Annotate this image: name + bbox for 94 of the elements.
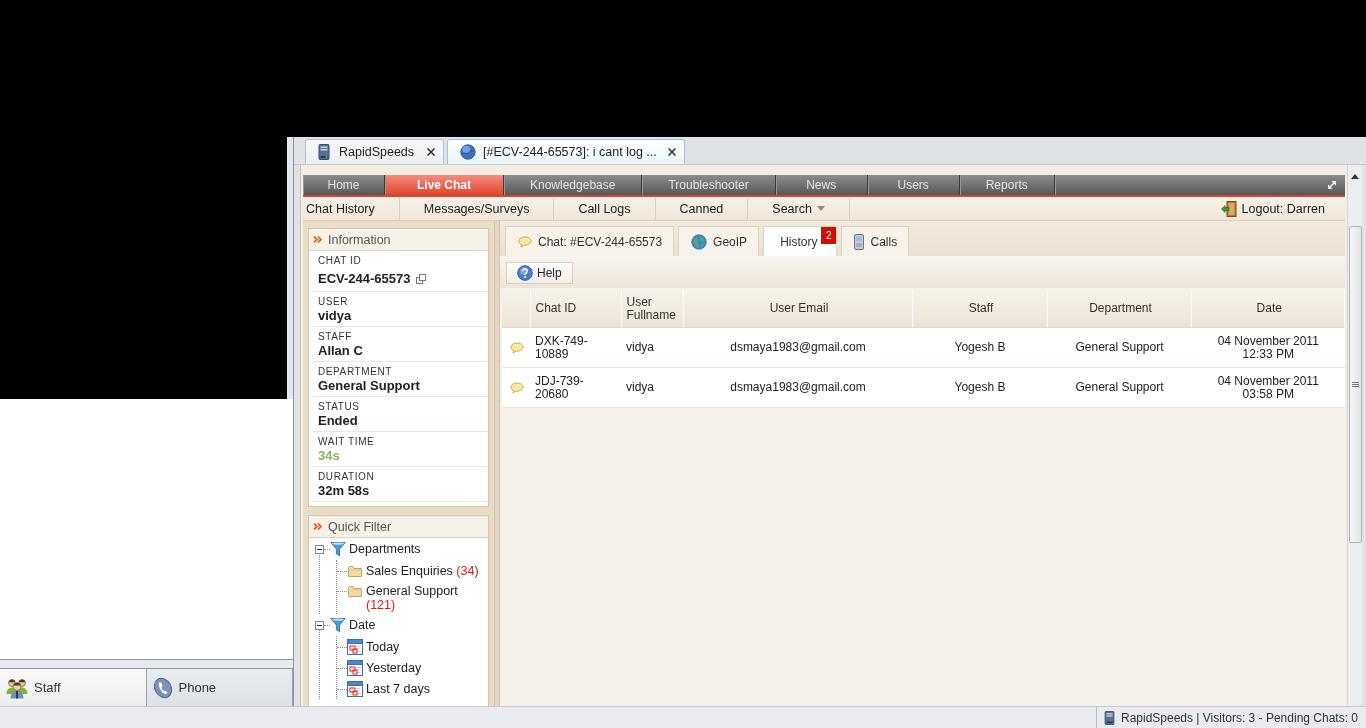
table-cell: 04 November 2011 03:58 PM	[1191, 367, 1345, 408]
field-label: DEPARTMENT	[318, 366, 393, 378]
field-value: vidya	[318, 308, 352, 324]
content-tab[interactable]: Calls	[841, 226, 910, 256]
logout-link[interactable]: Logout: Darren	[1220, 197, 1345, 220]
tree-item-label[interactable]: General Support (121)	[366, 583, 484, 612]
table-cell: 04 November 2011 12:33 PM	[1191, 327, 1345, 368]
vertical-scrollbar[interactable]	[1347, 165, 1362, 706]
table-cell: General Support	[1047, 327, 1191, 368]
menu-tab[interactable]: News	[775, 175, 868, 195]
grip-icon	[1351, 381, 1359, 388]
scrollbar-thumb[interactable]	[1348, 226, 1362, 543]
help-icon	[517, 265, 533, 281]
people-icon	[6, 676, 28, 699]
tree-group-label[interactable]: Departments	[349, 542, 421, 556]
folder-icon	[348, 585, 362, 597]
content-tab[interactable]: History 2	[763, 226, 838, 256]
tree-item-label[interactable]: Sales Enquiries (34)	[366, 563, 479, 578]
calendar-icon	[347, 660, 363, 676]
field-value: 34s	[318, 448, 340, 464]
status-text: RapidSpeeds | Visitors: 3 - Pending Chats: 0	[1120, 710, 1358, 725]
field-label: DURATION	[318, 471, 376, 483]
field-value: ECV-244-65573	[318, 271, 411, 287]
close-icon[interactable]	[667, 148, 676, 156]
tree-item-label[interactable]: Yesterday	[366, 660, 422, 675]
panel-title: Information	[328, 232, 391, 247]
double-chevron-icon	[313, 236, 322, 243]
column-header[interactable]: Department	[1047, 290, 1191, 328]
side-panel-button[interactable]: Staff	[0, 669, 147, 706]
table-cell: JDJ-739-20680	[530, 367, 621, 408]
browser-tab[interactable]: [#ECV-244-65573]: i cant log ...	[447, 139, 685, 164]
field-value: General Support	[318, 378, 420, 394]
table-cell: vidya	[621, 327, 683, 368]
field-value: Allan C	[318, 343, 363, 359]
close-icon[interactable]	[427, 148, 436, 156]
column-header[interactable]: User Fullname	[621, 290, 683, 328]
speech-bubble-icon	[510, 341, 524, 354]
globe-icon	[691, 233, 708, 250]
tree-item-label[interactable]: Last 7 days	[366, 681, 430, 696]
tree-item-label[interactable]: Today	[366, 639, 400, 654]
table-cell: DXK-749-10889	[530, 327, 621, 368]
copy-icon[interactable]	[415, 274, 426, 284]
expand-icon[interactable]	[1327, 180, 1337, 190]
count-badge: 2	[820, 227, 837, 244]
speech-bubble-icon	[518, 235, 532, 248]
menu-tab[interactable]: Knowledgebase	[504, 175, 643, 195]
sub-menu-item[interactable]: Canned	[655, 197, 749, 220]
content-tab[interactable]: Chat: #ECV-244-65573	[505, 226, 675, 256]
table-cell: Yogesh B	[912, 327, 1047, 368]
column-header[interactable]: User Email	[683, 290, 912, 328]
column-header[interactable]: Date	[1191, 290, 1345, 328]
field-value: 32m 58s	[318, 483, 370, 499]
caret-icon	[816, 206, 825, 211]
filter-icon	[330, 541, 346, 557]
menu-tab[interactable]: Users	[867, 175, 960, 195]
calendar-icon	[347, 639, 363, 655]
mobile-phone-icon	[854, 233, 865, 250]
server-icon	[318, 144, 330, 160]
content-tab[interactable]: GeoIP	[678, 226, 760, 256]
field-label: STATUS	[318, 401, 361, 413]
tree-group-label[interactable]: Date	[349, 618, 376, 632]
collapse-icon[interactable]	[315, 620, 324, 630]
folder-icon	[348, 565, 362, 577]
field-value: Ended	[318, 413, 358, 429]
table-cell: vidya	[621, 367, 683, 408]
sub-menu-item[interactable]: Chat History	[303, 197, 400, 220]
help-button[interactable]: Help	[506, 262, 573, 284]
menu-tab[interactable]: Troubleshooter	[642, 175, 776, 195]
menu-tab[interactable]: Reports	[959, 175, 1055, 195]
double-chevron-icon	[313, 523, 322, 530]
phone-handset-icon	[152, 676, 173, 699]
server-icon	[1103, 710, 1115, 725]
scroll-up-icon[interactable]	[1351, 174, 1359, 179]
table-cell: General Support	[1047, 367, 1191, 408]
column-header[interactable]: Chat ID	[530, 290, 621, 328]
collapse-icon[interactable]	[315, 544, 324, 554]
field-label: USER	[318, 296, 350, 308]
sub-menu-item[interactable]: Search	[748, 197, 850, 220]
door-exit-icon	[1220, 200, 1237, 217]
globe-icon	[460, 144, 477, 160]
speech-bubble-icon	[510, 381, 524, 394]
field-label: WAIT TIME	[318, 436, 376, 448]
field-label: CHAT ID	[318, 255, 363, 267]
filter-icon	[330, 617, 346, 633]
field-label: STAFF	[318, 331, 353, 343]
browser-tab[interactable]: RapidSpeeds	[305, 139, 445, 164]
column-header[interactable]: Staff	[912, 290, 1047, 328]
sub-menu-item[interactable]: Call Logs	[554, 197, 656, 220]
table-cell: Yogesh B	[912, 367, 1047, 408]
table-cell: dsmaya1983@gmail.com	[683, 327, 912, 368]
side-panel-button[interactable]: Phone	[146, 669, 293, 706]
panel-title: Quick Filter	[328, 519, 392, 534]
sub-menu-item[interactable]: Messages/Surveys	[399, 197, 555, 220]
table-cell: dsmaya1983@gmail.com	[683, 367, 912, 408]
